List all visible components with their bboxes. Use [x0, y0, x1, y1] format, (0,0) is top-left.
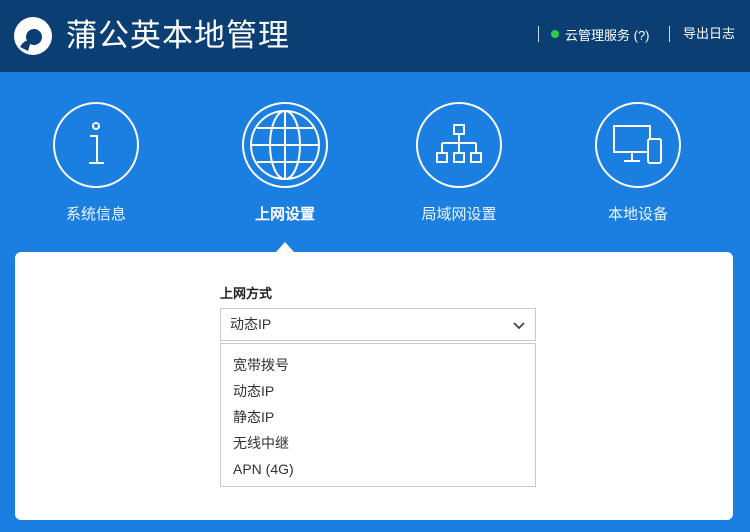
connection-type-select[interactable]: 动态IP [220, 308, 536, 341]
globe-icon [242, 102, 328, 188]
divider [538, 26, 539, 42]
nav-internet-settings[interactable]: 上网设置 [225, 102, 345, 232]
option-apn-4g[interactable]: APN (4G) [221, 456, 535, 482]
top-bar: 蒲公英本地管理 云管理服务 (?) 导出日志 [0, 0, 750, 72]
nav-label-internet-settings: 上网设置 [254, 206, 315, 223]
info-icon [53, 102, 139, 188]
nav-label-lan-settings: 局域网设置 [421, 206, 497, 223]
nav-lan-settings[interactable]: 局域网设置 [399, 102, 519, 232]
option-dhcp[interactable]: 动态IP [221, 378, 535, 404]
cloud-service-label: 云管理服务 (?) [565, 27, 650, 43]
status-dot-icon [551, 30, 559, 38]
connection-type-dropdown: 宽带拨号 动态IP 静态IP 无线中继 APN (4G) [220, 343, 536, 487]
network-icon [416, 102, 502, 188]
settings-panel: 上网方式 动态IP 宽带拨号 动态IP 静态IP 无线中继 APN (4G) [15, 252, 733, 520]
nav-label-local-devices: 本地设备 [607, 206, 668, 223]
app-title: 蒲公英本地管理 [66, 18, 290, 53]
export-log-button[interactable]: 导出日志 [683, 24, 735, 44]
option-pppoe[interactable]: 宽带拨号 [221, 352, 535, 378]
nav-label-system-info: 系统信息 [65, 206, 126, 223]
option-wireless-repeater[interactable]: 无线中继 [221, 430, 535, 456]
devices-icon [595, 102, 681, 188]
nav-system-info[interactable]: 系统信息 [36, 102, 156, 232]
active-tab-pointer [276, 242, 294, 252]
cloud-service-link[interactable]: 云管理服务 (?) [551, 24, 650, 44]
logo-icon [14, 17, 52, 55]
connection-type-value: 动态IP [230, 316, 272, 332]
connection-type-label: 上网方式 [220, 286, 273, 301]
option-static-ip[interactable]: 静态IP [221, 404, 535, 430]
divider [669, 26, 670, 42]
chevron-down-icon [513, 322, 525, 330]
nav-local-devices[interactable]: 本地设备 [578, 102, 698, 232]
